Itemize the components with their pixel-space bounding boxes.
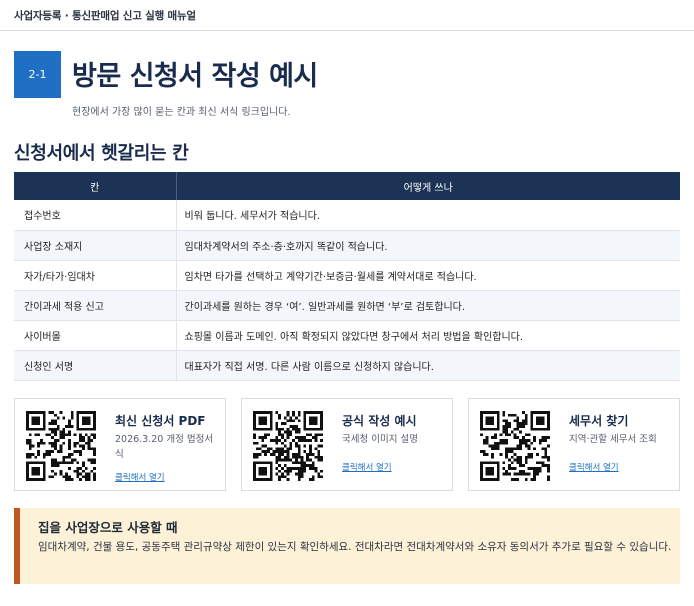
table-row: 사업장 소재지 임대차계약서의 주소·층·호까지 똑같이 적습니다. bbox=[14, 230, 680, 261]
column-header-howto: 어떻게 쓰나 bbox=[176, 172, 680, 200]
open-link[interactable]: 클릭해서 열기 bbox=[342, 461, 392, 473]
column-header-field: 칸 bbox=[14, 172, 177, 200]
card-title: 공식 작성 예시 bbox=[342, 414, 417, 428]
page-subtitle: 현장에서 가장 많이 묻는 칸과 최신 서식 링크입니다. bbox=[72, 107, 291, 118]
section-number-badge: 2-1 bbox=[14, 51, 61, 98]
open-link[interactable]: 클릭해서 열기 bbox=[569, 461, 619, 473]
table-row: 간이과세 적용 신고 간이과세를 원하는 경우 ‘여’. 일반과세를 원하면 ‘… bbox=[14, 290, 680, 321]
table-row: 접수번호 비워 둡니다. 세무서가 적습니다. bbox=[14, 200, 680, 231]
card-title: 최신 신청서 PDF bbox=[115, 414, 206, 428]
page-title: 방문 신청서 작성 예시 bbox=[72, 61, 318, 92]
header-divider bbox=[0, 30, 694, 31]
table-cell-howto: 간이과세를 원하는 경우 ‘여’. 일반과세를 원하면 ‘부’로 검토합니다. bbox=[176, 290, 680, 321]
table-cell-field: 간이과세 적용 신고 bbox=[14, 290, 177, 321]
table-cell-howto: 쇼핑몰 이름과 도메인. 아직 확정되지 않았다면 창구에서 처리 방법을 확인… bbox=[176, 320, 680, 351]
breadcrumb: 사업자등록 · 통신판매업 신고 실행 매뉴얼 bbox=[14, 10, 196, 22]
table-cell-field: 접수번호 bbox=[14, 200, 177, 231]
card-find-tax-office[interactable]: 세무서 찾기 지역·관할 세무서 조회 클릭해서 열기 bbox=[468, 398, 680, 491]
table-cell-field: 자가/타가·임대차 bbox=[14, 260, 177, 291]
card-description: 국세청 이미지 설명 bbox=[342, 434, 418, 445]
table-cell-howto: 비워 둡니다. 세무서가 적습니다. bbox=[176, 200, 680, 231]
table-cell-howto: 임차면 타가를 선택하고 계약기간·보증금·월세를 계약서대로 적습니다. bbox=[176, 260, 680, 291]
table-cell-howto: 임대차계약서의 주소·층·호까지 똑같이 적습니다. bbox=[176, 230, 680, 261]
notice-body: 임대차계약, 건물 용도, 공동주택 관리규약상 제한이 있는지 확인하세요. … bbox=[38, 541, 672, 553]
card-official-example[interactable]: 공식 작성 예시 국세청 이미지 설명 클릭해서 열기 bbox=[241, 398, 453, 491]
table-section-heading: 신청서에서 헷갈리는 칸 bbox=[14, 143, 189, 164]
table-row: 신청인 서명 대표자가 직접 서명. 다른 사람 이름으로 신청하지 않습니다. bbox=[14, 350, 680, 381]
open-link[interactable]: 클릭해서 열기 bbox=[115, 471, 165, 483]
home-business-notice: 집을 사업장으로 사용할 때 임대차계약, 건물 용도, 공동주택 관리규약상 … bbox=[14, 508, 680, 584]
card-latest-form-pdf[interactable]: 최신 신청서 PDF 2026.3.20 개정 법정서식 클릭해서 열기 bbox=[14, 398, 226, 491]
card-title: 세무서 찾기 bbox=[569, 414, 629, 428]
table-row: 사이버몰 쇼핑몰 이름과 도메인. 아직 확정되지 않았다면 창구에서 처리 방… bbox=[14, 320, 680, 351]
table-row: 자가/타가·임대차 임차면 타가를 선택하고 계약기간·보증금·월세를 계약서대… bbox=[14, 260, 680, 291]
notice-title: 집을 사업장으로 사용할 때 bbox=[38, 520, 178, 535]
card-description: 2026.3.20 개정 법정서식 bbox=[115, 434, 214, 460]
table-header-row: 칸 어떻게 쓰나 bbox=[14, 172, 680, 200]
qr-code-icon[interactable] bbox=[480, 411, 550, 481]
table-cell-field: 신청인 서명 bbox=[14, 350, 177, 381]
table-cell-howto: 대표자가 직접 서명. 다른 사람 이름으로 신청하지 않습니다. bbox=[176, 350, 680, 381]
qr-code-icon[interactable] bbox=[253, 411, 323, 481]
table-cell-field: 사이버몰 bbox=[14, 320, 177, 351]
card-description: 지역·관할 세무서 조회 bbox=[569, 434, 657, 445]
table-cell-field: 사업장 소재지 bbox=[14, 230, 177, 261]
qr-code-icon[interactable] bbox=[26, 411, 96, 481]
form-fields-table: 칸 어떻게 쓰나 접수번호 비워 둡니다. 세무서가 적습니다. 사업장 소재지… bbox=[14, 172, 680, 381]
